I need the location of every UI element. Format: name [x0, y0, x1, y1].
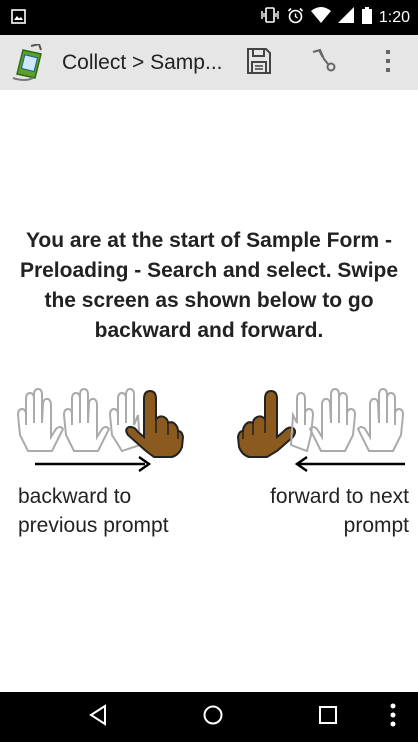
menu-button[interactable] [368, 692, 418, 742]
form-hierarchy-button[interactable] [303, 43, 343, 83]
page-title: Collect > Samp... [62, 51, 223, 74]
swipe-backward-icon [16, 385, 185, 460]
status-icons: 1:20 [260, 0, 410, 35]
status-time: 1:20 [378, 8, 410, 26]
save-button[interactable] [239, 43, 279, 83]
forward-arrow-icon [293, 454, 405, 474]
alarm-icon [287, 7, 304, 29]
overflow-menu-icon [384, 48, 392, 79]
swipe-forward-icon [236, 385, 409, 460]
vibrate-icon [260, 7, 280, 28]
forward-hint: forward to next prompt [270, 485, 409, 537]
recents-button[interactable] [298, 692, 358, 742]
backward-hint: backward to previous prompt [18, 485, 169, 537]
battery-icon [361, 6, 372, 29]
menu-dots-icon [390, 703, 396, 732]
backward-arrow-icon [35, 454, 153, 474]
save-icon [246, 47, 272, 80]
back-button[interactable] [68, 692, 128, 742]
image-notification-icon [11, 9, 26, 29]
signal-icon [337, 7, 355, 28]
recents-square-icon [318, 705, 338, 730]
system-navigation-bar [0, 692, 418, 742]
overflow-menu-button[interactable] [368, 43, 408, 83]
back-triangle-icon [88, 703, 108, 731]
wifi-icon [310, 7, 331, 28]
form-hierarchy-icon [310, 48, 336, 79]
intro-text: You are at the start of Sample Form - Pr… [19, 229, 399, 342]
home-button[interactable] [183, 692, 243, 742]
home-circle-icon [202, 704, 224, 731]
collect-app-icon[interactable] [11, 42, 49, 82]
action-bar: Collect > Samp... [0, 35, 418, 90]
status-bar: 1:20 [0, 0, 418, 35]
